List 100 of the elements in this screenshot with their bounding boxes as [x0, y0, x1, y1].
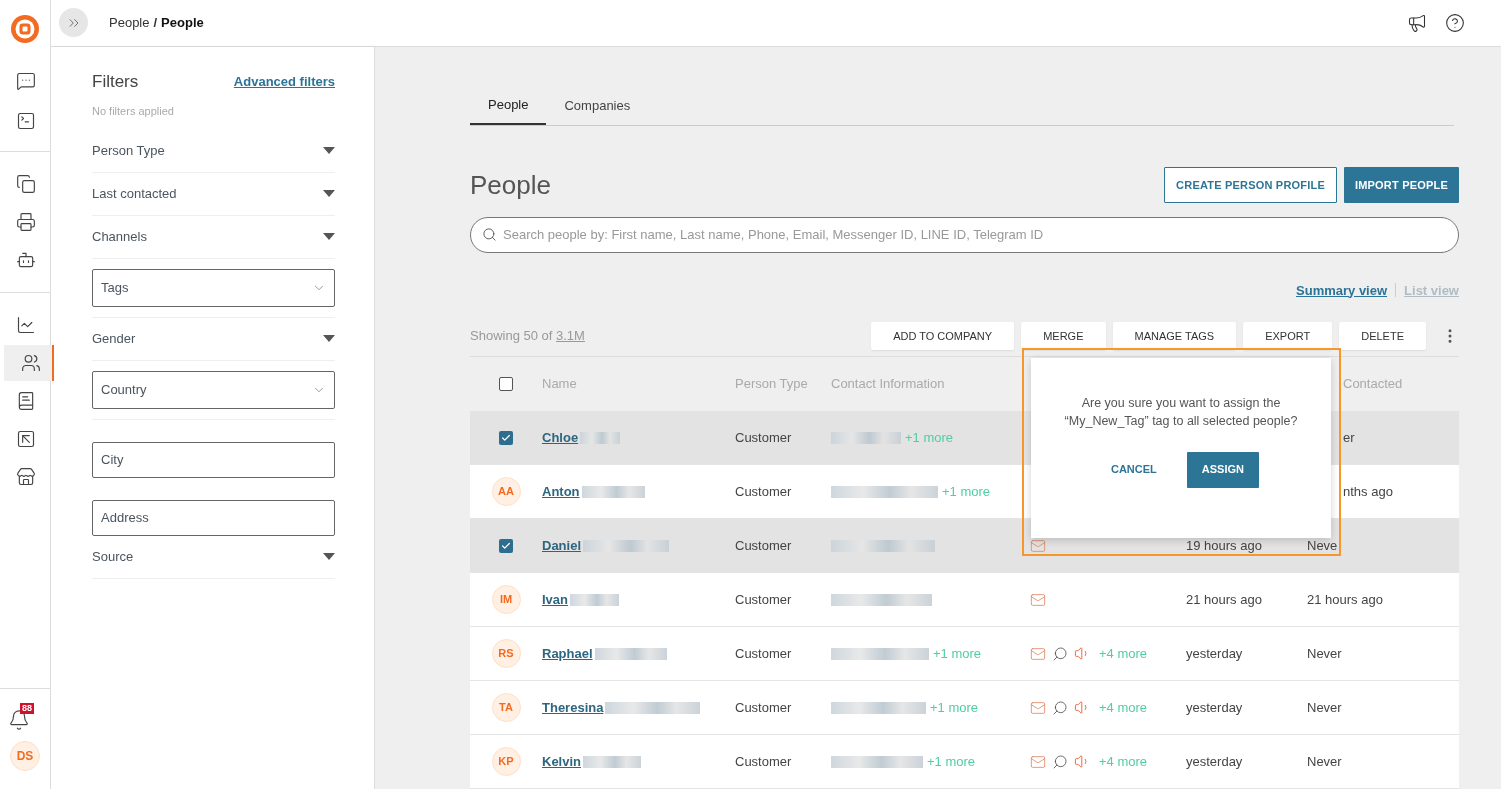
last-seen: yesterday: [1186, 752, 1244, 771]
person-type: Customer: [735, 536, 793, 555]
showing-count: Showing 50 of 3.1M: [470, 327, 585, 346]
action-button[interactable]: DELETE: [1339, 322, 1426, 350]
avatar: AA: [491, 477, 521, 506]
select-field[interactable]: Tags: [92, 268, 335, 307]
create-button[interactable]: CREATE PERSON PROFILE: [1164, 167, 1337, 203]
page-title: People: [470, 168, 551, 202]
person-name-link[interactable]: Raphael: [542, 643, 593, 664]
breadcrumb-separator: /: [153, 14, 158, 32]
select-all-checkbox[interactable]: [499, 377, 513, 391]
tab[interactable]: Companies: [546, 86, 649, 125]
last-seen: yesterday: [1186, 698, 1244, 717]
caret-icon: [323, 147, 335, 154]
person-name-link[interactable]: Chloe: [542, 427, 579, 448]
person-type: Customer: [735, 428, 793, 447]
last-contacted: Never: [1307, 752, 1343, 771]
action-button[interactable]: MANAGE TAGS: [1112, 322, 1237, 350]
table-row[interactable]: TA Theresina Customer +1 more +4 more yesterday Never: [470, 681, 1459, 735]
import-button[interactable]: IMPORT PEOPLE: [1343, 167, 1459, 203]
filter-section[interactable]: Channels: [92, 215, 335, 259]
terminal-icon: [16, 111, 36, 131]
blurred-text: [581, 485, 645, 498]
notification-badge: 88: [20, 703, 34, 714]
breadcrumb-link[interactable]: People: [109, 13, 150, 33]
row-checkbox[interactable]: [499, 538, 513, 553]
blurred-text: [583, 755, 641, 768]
input-field[interactable]: Address: [92, 499, 335, 536]
column-header: Name: [542, 375, 578, 394]
last-contacted: Neve: [1307, 536, 1339, 555]
robot-icon: [16, 250, 36, 270]
table-row[interactable]: KP Kelvin Customer +1 more +4 more yesterday Never: [470, 735, 1459, 789]
person-name-link[interactable]: Kelvin: [542, 751, 581, 772]
caret-icon: [323, 190, 335, 197]
check-icon: [501, 432, 511, 443]
view-link[interactable]: Summary view: [1296, 280, 1388, 300]
person-type: Customer: [735, 482, 793, 501]
avatar: IM: [491, 585, 521, 614]
select-field[interactable]: Country: [92, 370, 335, 409]
breadcrumb-current: People: [161, 14, 204, 32]
magnifier-icon: [1052, 699, 1068, 716]
megaphone-icon[interactable]: [1407, 12, 1427, 33]
check-icon: [501, 540, 511, 551]
last-seen: yesterday: [1186, 644, 1244, 663]
last-seen: 19 hours ago: [1186, 536, 1263, 555]
mail-icon: [1030, 591, 1046, 608]
action-button[interactable]: MERGE: [1021, 322, 1106, 350]
action-button[interactable]: ADD TO COMPANY: [871, 322, 1015, 350]
person-name-link[interactable]: Daniel: [542, 535, 581, 556]
tab[interactable]: People: [470, 86, 547, 125]
row-checkbox[interactable]: [499, 430, 513, 445]
blurred-text: [570, 593, 619, 606]
documents-icon: [16, 174, 36, 194]
blurred-text: [580, 431, 621, 444]
people-icon: [21, 353, 41, 373]
input-field[interactable]: City: [92, 441, 335, 478]
person-name-link[interactable]: Theresina: [542, 697, 604, 718]
filter-section[interactable]: Last contacted: [92, 172, 335, 216]
mail-icon: [1030, 753, 1046, 770]
help-icon[interactable]: [1445, 12, 1465, 33]
filter-section[interactable]: Source: [92, 535, 335, 579]
person-name-link[interactable]: Ivan: [542, 589, 568, 610]
magnifier-icon: [1052, 753, 1068, 770]
avatar: KP: [491, 747, 521, 776]
chart-icon: [16, 315, 36, 335]
search-field[interactable]: Search people by: First name, Last name, Phone, Email, Messenger ID, LINE ID, Telegram ID: [470, 216, 1459, 253]
search-icon: [482, 226, 497, 242]
table-row[interactable]: IM Ivan Customer 21 hours ago 21 hours ago: [470, 573, 1459, 627]
filter-section[interactable]: Gender: [92, 317, 335, 361]
last-contacted: 21 hours ago: [1307, 590, 1384, 609]
store-icon: [16, 467, 36, 487]
person-type: Customer: [735, 644, 793, 663]
last-contacted: er: [1342, 428, 1356, 447]
column-header: Person Type: [735, 375, 809, 394]
last-seen: 21 hours ago: [1186, 590, 1263, 609]
chat-icon: [16, 71, 36, 91]
last-contacted: nths ago: [1342, 482, 1394, 501]
people-icon-button[interactable]: [4, 345, 54, 381]
arrow-frame-icon: [16, 429, 36, 449]
assign-button[interactable]: ASSIGN: [1186, 451, 1259, 488]
blurred-text: [831, 431, 901, 444]
mail-icon: [1030, 645, 1046, 662]
logo-icon[interactable]: [10, 14, 40, 44]
filter-section[interactable]: Person Type: [92, 129, 335, 173]
caret-icon: [323, 335, 335, 342]
action-button[interactable]: EXPORT: [1243, 322, 1333, 350]
advanced-filters-link[interactable]: Advanced filters: [233, 71, 335, 91]
last-contacted: Never: [1307, 698, 1343, 717]
column-header: Contact Information: [831, 375, 946, 394]
bell-icon: [8, 709, 30, 731]
filters-status: No filters applied: [92, 104, 175, 119]
magnifier-icon: [1052, 645, 1068, 662]
avatar: RS: [491, 639, 521, 668]
person-name-link[interactable]: Anton: [542, 481, 580, 502]
person-type: Customer: [735, 590, 793, 609]
table-row[interactable]: RS Raphael Customer +1 more +4 more yesterday Never: [470, 627, 1459, 681]
mail-icon: [1030, 537, 1046, 554]
avatar: TA: [491, 693, 521, 722]
last-contacted: Never: [1307, 644, 1343, 663]
notifications-button[interactable]: 88: [8, 703, 42, 731]
